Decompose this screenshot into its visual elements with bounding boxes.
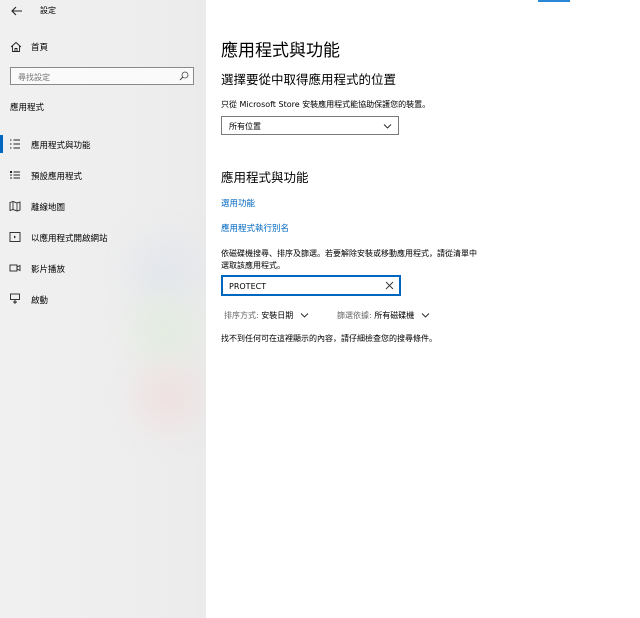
sidebar-item-label: 影片播放	[31, 265, 66, 275]
window-title: 設定	[40, 6, 56, 15]
title-bar: 設定	[0, 0, 206, 24]
sidebar-item-startup[interactable]: 啟動	[0, 287, 206, 311]
apps-features-heading: 應用程式與功能	[221, 170, 309, 185]
sidebar-item-label: 離線地圖	[31, 203, 66, 213]
back-arrow-icon[interactable]	[10, 4, 24, 18]
close-icon[interactable]	[385, 281, 394, 290]
chevron-down-icon	[300, 313, 309, 318]
acrylic-blur	[140, 370, 195, 425]
search-description-line: 依磁碟機搜尋、排序及篩選。若要解除安裝或移動應用程式，請從清單中	[221, 249, 477, 258]
home-icon	[10, 41, 22, 52]
sidebar-item-video-playback[interactable]: 影片播放	[0, 256, 206, 280]
app-search-box[interactable]	[221, 275, 401, 296]
page-title: 應用程式與功能	[221, 41, 340, 61]
empty-results-message: 找不到任何可在這裡顯示的內容，請仔細檢查您的搜尋條件。	[221, 334, 437, 343]
search-description-line: 選取該應用程式。	[221, 261, 285, 270]
filter-value: 所有磁碟機	[374, 311, 415, 320]
window-edge-accent	[538, 0, 570, 2]
source-description: 只從 Microsoft Store 安裝應用程式能協助保護您的裝置。	[221, 100, 431, 109]
filter-label: 篩選依據:	[337, 311, 372, 320]
chevron-down-icon	[383, 124, 392, 129]
offline-maps-icon	[9, 201, 21, 212]
sidebar: 設定 首頁 應用程式 應用程式與功能 預設應用程式 離線地圖	[0, 0, 206, 618]
apps-features-icon	[10, 139, 20, 149]
optional-features-link[interactable]: 選用功能	[221, 197, 255, 209]
sidebar-item-label: 以應用程式開啟網站	[31, 234, 108, 244]
filter-drive-dropdown[interactable]: 篩選依據: 所有磁碟機	[337, 310, 430, 321]
app-search-input[interactable]	[223, 277, 381, 296]
settings-search[interactable]	[10, 67, 194, 86]
search-icon[interactable]	[179, 71, 189, 81]
video-playback-icon	[9, 264, 21, 272]
home-label: 首頁	[31, 43, 49, 53]
dropdown-value: 所有位置	[229, 122, 261, 131]
app-source-dropdown[interactable]: 所有位置	[221, 116, 399, 135]
settings-search-input[interactable]	[11, 68, 180, 86]
search-description: 依磁碟機搜尋、排序及篩選。若要解除安裝或移動應用程式，請從清單中 選取該應用程式…	[221, 248, 477, 272]
sidebar-item-default-apps[interactable]: 預設應用程式	[0, 163, 206, 187]
sidebar-item-apps-features[interactable]: 應用程式與功能	[0, 132, 206, 156]
source-heading: 選擇要從中取得應用程式的位置	[221, 72, 397, 87]
sidebar-item-apps-for-websites[interactable]: 以應用程式開啟網站	[0, 225, 206, 249]
section-title: 應用程式	[10, 103, 45, 113]
chevron-down-icon	[421, 313, 430, 318]
sidebar-item-label: 預設應用程式	[31, 172, 83, 182]
app-execution-aliases-link[interactable]: 應用程式執行別名	[221, 222, 289, 234]
startup-icon	[10, 293, 20, 304]
sort-label: 排序方式:	[224, 311, 259, 320]
sidebar-item-offline-maps[interactable]: 離線地圖	[0, 194, 206, 218]
apps-for-websites-icon	[9, 232, 21, 242]
default-apps-icon	[10, 171, 20, 179]
main-content: 應用程式與功能 選擇要從中取得應用程式的位置 只從 Microsoft Stor…	[206, 0, 640, 618]
sort-dropdown[interactable]: 排序方式: 安裝日期	[224, 310, 309, 321]
sidebar-item-label: 啟動	[31, 296, 49, 306]
sidebar-item-label: 應用程式與功能	[31, 141, 91, 151]
home-nav[interactable]: 首頁	[0, 36, 206, 58]
sort-value: 安裝日期	[261, 311, 294, 320]
